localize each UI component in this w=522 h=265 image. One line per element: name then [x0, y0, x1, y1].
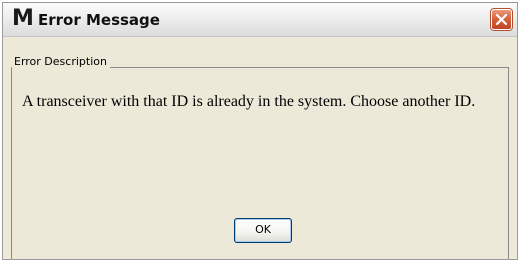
group-legend: Error Description [12, 55, 110, 69]
close-icon [495, 13, 508, 26]
title-bar[interactable]: M Error Message [3, 3, 517, 37]
window-title: Error Message [38, 11, 160, 29]
error-message-text: A transceiver with that ID is already in… [22, 93, 476, 110]
close-button[interactable] [491, 9, 512, 30]
ok-button[interactable]: OK [234, 218, 292, 243]
app-logo: M [12, 6, 34, 31]
